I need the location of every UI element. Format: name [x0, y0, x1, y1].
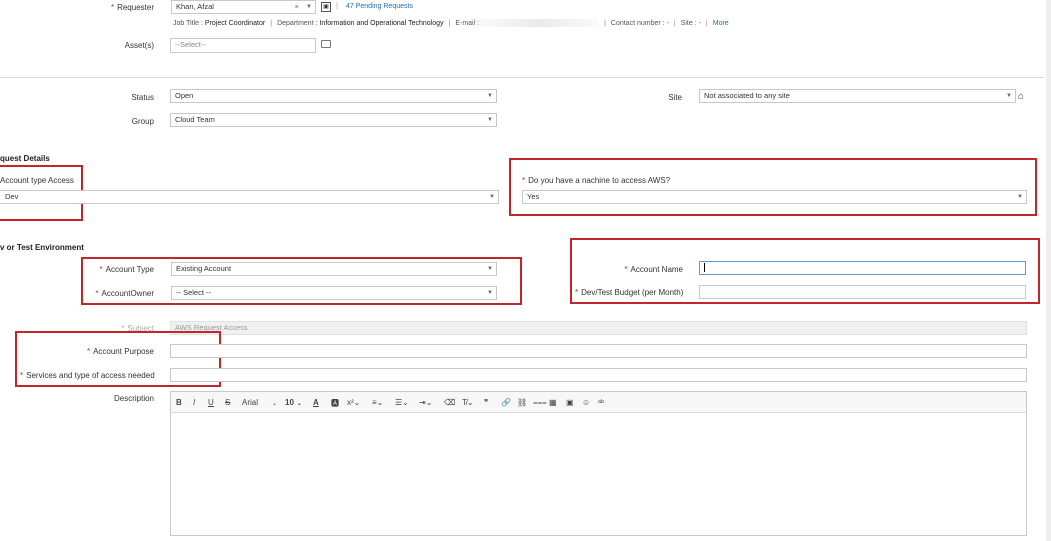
font-size-select[interactable]: 10 ⌄	[285, 398, 302, 407]
underline-button[interactable]: U	[208, 398, 214, 407]
table-icon[interactable]: ▦	[549, 398, 557, 407]
account-type-access-select[interactable]: Dev ▼	[0, 190, 499, 204]
budget-input[interactable]	[699, 285, 1026, 299]
group-select[interactable]: Cloud Team ▼	[170, 113, 497, 127]
image-icon[interactable]: ▣	[566, 398, 574, 407]
highlight-color-icon[interactable]: 🅰	[331, 398, 339, 409]
machine-question-label: * Do you have a nachine to access AWS?	[522, 176, 671, 185]
chevron-down-icon: ▼	[489, 194, 495, 200]
clear-format-icon[interactable]: T̸⌄	[462, 398, 474, 407]
account-type-label: * Account Type	[99, 265, 154, 274]
strikethrough-button[interactable]: S	[225, 398, 230, 407]
section-request-details: quest Details	[0, 154, 50, 163]
status-select[interactable]: Open ▼	[170, 89, 497, 103]
account-name-input[interactable]	[699, 261, 1026, 275]
divider: |	[336, 1, 339, 10]
font-color-icon[interactable]: A	[313, 398, 319, 407]
spellcheck-icon[interactable]: ᵃᵇ	[598, 398, 604, 407]
account-purpose-label: * Account Purpose	[86, 347, 154, 356]
superscript-icon[interactable]: x²⌄	[347, 398, 360, 407]
requester-label: * Requester	[110, 3, 154, 12]
budget-label: * Dev/Test Budget (per Month)	[575, 288, 684, 297]
account-purpose-input[interactable]	[170, 344, 1027, 358]
group-label: Group	[131, 117, 154, 126]
chevron-down-icon: ▼	[487, 290, 493, 296]
align-icon[interactable]: ≡⌄	[372, 398, 383, 407]
services-input[interactable]	[170, 368, 1027, 382]
requester-field[interactable]: Khan, Afzal × ▼	[171, 0, 316, 14]
requester-value: Khan, Afzal	[176, 2, 214, 11]
highlight-box	[509, 158, 1037, 216]
divider	[0, 77, 1045, 78]
redacted-email	[479, 19, 600, 27]
account-owner-label: *-- Select --AccountOwner	[95, 289, 154, 298]
subject-input: AWS Request Access	[170, 321, 1027, 335]
unlink-icon[interactable]: ⛓	[517, 398, 527, 407]
page-scrollbar[interactable]	[1046, 0, 1051, 541]
home-icon[interactable]: ⌂	[1018, 91, 1024, 102]
description-label: Description	[113, 394, 154, 403]
chevron-down-icon[interactable]: ▼	[306, 1, 312, 13]
machine-select[interactable]: Yes ▼	[522, 190, 1027, 204]
description-editor[interactable]	[170, 391, 1027, 536]
bold-button[interactable]: B	[176, 398, 182, 407]
monitor-icon[interactable]	[321, 40, 331, 48]
site-select[interactable]: Not associated to any site ▼	[699, 89, 1016, 103]
requester-info: Job Title : Project Coordinator | Departme…	[173, 19, 729, 27]
more-link[interactable]: More	[713, 20, 729, 27]
assets-input[interactable]: --Select--	[170, 38, 316, 53]
chevron-down-icon: ▼	[487, 266, 493, 272]
chevron-down-icon: ▼	[1017, 194, 1023, 200]
emoji-icon[interactable]: ☺	[582, 398, 590, 407]
assets-label: Asset(s)	[124, 41, 154, 50]
italic-button[interactable]: I	[193, 398, 195, 407]
horizontal-rule-icon[interactable]: ⩶	[533, 398, 547, 408]
pending-requests-link[interactable]: 47 Pending Requests	[346, 3, 413, 10]
chevron-down-icon: ▼	[487, 93, 493, 99]
eraser-icon[interactable]: ⌫	[444, 398, 455, 407]
status-label: Status	[131, 93, 154, 102]
services-label: * Services and type of access needed	[20, 371, 155, 380]
chevron-down-icon: ▼	[487, 117, 493, 123]
account-name-label: * Account Name	[624, 265, 683, 274]
text-cursor	[704, 263, 705, 272]
account-owner-select[interactable]: -- Select -- ▼	[171, 286, 497, 300]
requester-details-icon[interactable]: ▣	[321, 2, 331, 12]
link-icon[interactable]: 🔗	[501, 398, 511, 407]
section-env: v or Test Environment	[0, 243, 84, 252]
account-type-select[interactable]: Existing Account ▼	[171, 262, 497, 276]
font-family-select[interactable]: Arial ⌄	[242, 398, 277, 407]
quote-icon[interactable]: ❞	[484, 398, 488, 407]
indent-icon[interactable]: ⇥⌄	[419, 398, 432, 407]
clear-icon[interactable]: ×	[295, 1, 299, 13]
list-icon[interactable]: ☰⌄	[395, 398, 409, 407]
chevron-down-icon: ▼	[1006, 93, 1012, 99]
site-label: Site	[668, 93, 682, 102]
account-type-access-label: Account type Access	[0, 176, 74, 185]
